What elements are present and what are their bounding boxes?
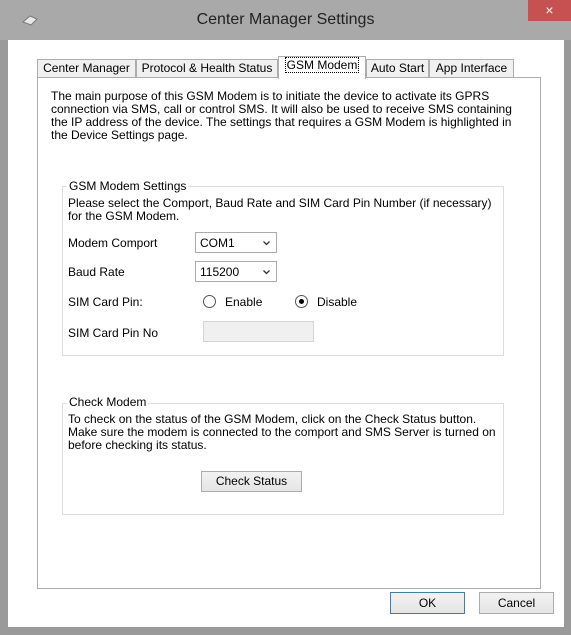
chevron-down-icon xyxy=(263,241,270,246)
close-button[interactable]: × xyxy=(528,0,571,21)
sim-card-pin-no-label: SIM Card Pin No xyxy=(68,326,159,340)
baud-rate-select[interactable]: 115200 xyxy=(195,261,277,282)
sim-card-pin-label: SIM Card Pin: xyxy=(68,295,143,309)
enable-radio-label[interactable]: Enable xyxy=(225,295,262,309)
intro-text: The main purpose of this GSM Modem is to… xyxy=(51,89,512,142)
title-bar[interactable]: Center Manager Settings × xyxy=(0,0,571,40)
check-status-button[interactable]: Check Status xyxy=(201,471,302,492)
tab-app-interface[interactable]: App Interface xyxy=(429,59,514,77)
window-title: Center Manager Settings xyxy=(196,11,375,28)
tab-gsm-modem[interactable]: GSM Modem xyxy=(278,56,366,79)
tab-label: Protocol & Health Status xyxy=(141,61,273,75)
baud-rate-label: Baud Rate xyxy=(68,265,125,279)
tab-auto-start[interactable]: Auto Start xyxy=(366,59,429,77)
modem-comport-value: COM1 xyxy=(200,236,235,250)
disable-radio[interactable] xyxy=(295,295,308,308)
group-title: Check Modem xyxy=(67,395,149,409)
close-icon: × xyxy=(545,2,554,18)
cancel-button[interactable]: Cancel xyxy=(479,592,554,614)
modem-comport-label: Modem Comport xyxy=(68,236,158,250)
group-title: GSM Modem Settings xyxy=(67,179,189,193)
modem-settings-description: Please select the Comport, Baud Rate and… xyxy=(68,196,492,223)
sim-card-pin-no-input[interactable] xyxy=(203,321,314,342)
check-modem-description: To check on the status of the GSM Modem,… xyxy=(68,412,496,452)
chevron-down-icon xyxy=(263,270,270,275)
radio-selected-dot xyxy=(299,299,304,304)
settings-window: Center Manager Settings × Center Manager… xyxy=(0,0,571,635)
modem-comport-select[interactable]: COM1 xyxy=(195,232,277,253)
tab-label: Center Manager xyxy=(43,61,130,75)
disable-radio-label[interactable]: Disable xyxy=(317,295,357,309)
ok-button[interactable]: OK xyxy=(390,592,465,614)
baud-rate-value: 115200 xyxy=(200,265,240,279)
tab-label: GSM Modem xyxy=(284,57,360,73)
enable-radio[interactable] xyxy=(203,295,216,308)
tab-center-manager[interactable]: Center Manager xyxy=(37,59,136,77)
tab-label: App Interface xyxy=(435,61,508,75)
tab-label: Auto Start xyxy=(370,61,425,75)
dialog-body: Center Manager Protocol & Health Status … xyxy=(8,40,564,627)
tab-protocol-health-status[interactable]: Protocol & Health Status xyxy=(136,59,278,77)
